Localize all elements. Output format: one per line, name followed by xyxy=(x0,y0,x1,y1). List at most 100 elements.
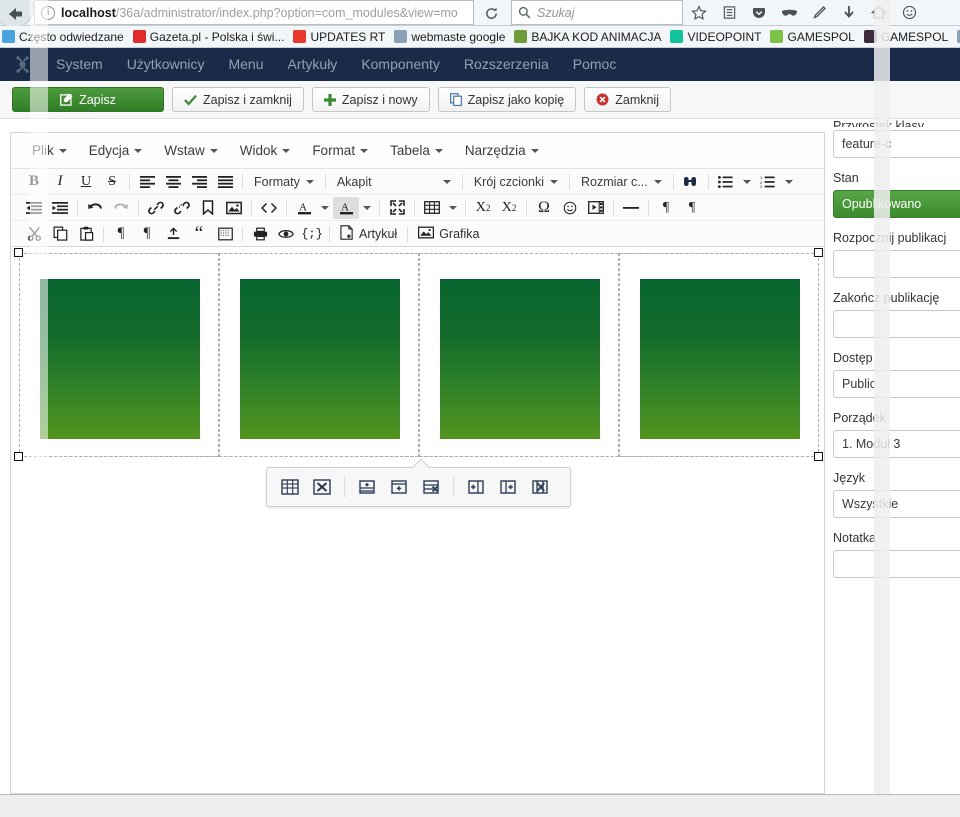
browser-search-bar[interactable]: Szukaj xyxy=(511,0,683,25)
special-character-icon[interactable]: Ω xyxy=(531,197,557,219)
smiley-icon[interactable] xyxy=(900,4,918,22)
mask-private-icon[interactable] xyxy=(780,4,798,22)
paste-as-text-icon[interactable]: ¶ xyxy=(108,223,134,245)
text-color-caret-icon[interactable] xyxy=(317,197,333,219)
downloads-arrow-icon[interactable] xyxy=(840,4,858,22)
joomla-menu-użytkownicy[interactable]: Użytkownicy xyxy=(115,48,217,81)
delete-column-icon[interactable] xyxy=(525,474,555,500)
table-cell[interactable] xyxy=(419,253,619,457)
green-gradient-block[interactable] xyxy=(640,279,800,439)
bold-icon[interactable]: B xyxy=(21,171,47,193)
joomla-menu-artykuły[interactable]: Artykuły xyxy=(276,48,350,81)
table-cell[interactable] xyxy=(619,253,819,457)
insert-column-after-icon[interactable] xyxy=(493,474,523,500)
fontsize-dropdown[interactable]: Rozmiar c... xyxy=(574,171,669,193)
resize-handle-bottom-right[interactable] xyxy=(814,452,823,461)
copy-icon[interactable] xyxy=(47,223,73,245)
joomla-menu-system[interactable]: System xyxy=(44,48,115,81)
insert-table-icon[interactable] xyxy=(419,197,445,219)
numbered-list-icon[interactable]: 123 xyxy=(755,171,781,193)
table-cell[interactable] xyxy=(19,253,219,457)
superscript-icon[interactable]: X2 xyxy=(496,197,522,219)
source-code-icon[interactable] xyxy=(256,197,282,219)
zapisz-i-zamknij-button[interactable]: Zapisz i zamknij xyxy=(172,87,304,112)
formats-dropdown[interactable]: Formaty xyxy=(247,171,321,193)
print-icon[interactable] xyxy=(247,223,273,245)
bullet-list-caret-icon[interactable] xyxy=(739,171,755,193)
editor-menu-plik[interactable]: Plik xyxy=(21,143,78,158)
zapisz-jako-kopi--button[interactable]: Zapisz jako kopię xyxy=(437,87,577,112)
text-color-icon[interactable]: A xyxy=(291,197,317,219)
url-bar[interactable]: i localhost/36a/administrator/index.php?… xyxy=(34,0,474,25)
insert-column-before-icon[interactable] xyxy=(461,474,491,500)
unlink-icon[interactable] xyxy=(169,197,195,219)
redo-icon[interactable] xyxy=(108,197,134,219)
joomla-menu-menu[interactable]: Menu xyxy=(216,48,275,81)
bookmark-item[interactable]: Często odwiedzane xyxy=(2,30,124,44)
editor-menu-wstaw[interactable]: Wstaw xyxy=(153,143,229,158)
background-color-icon[interactable]: A xyxy=(333,196,359,219)
indent-icon[interactable] xyxy=(47,197,73,219)
zamknij-button[interactable]: Zamknij xyxy=(584,87,671,112)
bookmark-item[interactable]: VIDEOPOINT xyxy=(670,30,761,44)
resize-handle-top-left[interactable] xyxy=(14,248,23,257)
bookmark-item[interactable]: GAMESPOL xyxy=(863,30,948,44)
pocket-icon[interactable] xyxy=(750,4,768,22)
bookmark-star-icon[interactable] xyxy=(690,4,708,22)
background-color-caret-icon[interactable] xyxy=(359,197,375,219)
align-justify-icon[interactable] xyxy=(212,171,238,193)
insert-table-caret-icon[interactable] xyxy=(445,197,461,219)
back-arrow-icon[interactable] xyxy=(0,0,34,28)
joomla-logo-icon[interactable] xyxy=(0,55,44,74)
emoticon-icon[interactable] xyxy=(557,197,583,219)
blockquote-icon[interactable]: “ xyxy=(186,223,212,245)
joomla-menu-pomoc[interactable]: Pomoc xyxy=(561,48,629,81)
insert-template-icon[interactable] xyxy=(160,223,186,245)
editor-content-area[interactable] xyxy=(11,247,824,817)
search-input[interactable]: Szukaj xyxy=(537,6,575,20)
field-value[interactable] xyxy=(833,310,960,338)
home-icon[interactable] xyxy=(870,4,888,22)
bookmark-item[interactable]: UPDATES RT xyxy=(293,30,385,44)
editor-menu-edycja[interactable]: Edycja xyxy=(78,143,154,158)
align-right-icon[interactable] xyxy=(186,171,212,193)
strikethrough-icon[interactable]: S xyxy=(99,171,125,193)
insert-row-before-icon[interactable] xyxy=(352,474,382,500)
green-gradient-block[interactable] xyxy=(40,279,200,439)
italic-icon[interactable]: I xyxy=(47,171,73,193)
horizontal-rule-icon[interactable] xyxy=(618,197,644,219)
paste-icon[interactable] xyxy=(73,223,99,245)
undo-icon[interactable] xyxy=(82,197,108,219)
bullet-list-icon[interactable] xyxy=(713,171,739,193)
insert-graphic-button[interactable]: Grafika xyxy=(412,226,485,242)
field-value[interactable]: 1. Moduł 3 xyxy=(833,430,960,458)
joomla-menu-komponenty[interactable]: Komponenty xyxy=(349,48,452,81)
green-gradient-block[interactable] xyxy=(440,279,600,439)
align-center-icon[interactable] xyxy=(160,171,186,193)
table-properties-icon[interactable] xyxy=(275,474,305,500)
page-info-icon[interactable]: i xyxy=(41,5,55,20)
search-replace-icon[interactable] xyxy=(678,171,704,193)
page-break-icon[interactable] xyxy=(212,223,238,245)
field-value[interactable] xyxy=(833,250,960,278)
bookmark-item[interactable]: GAMESPOL xyxy=(770,30,855,44)
bookmark-item[interactable]: Gazeta.pl - Polska i świ... xyxy=(132,30,284,44)
bookmark-item[interactable]: webmaste google xyxy=(394,30,505,44)
insert-article-button[interactable]: Artykuł xyxy=(334,224,403,243)
show-blocks-icon[interactable]: ¶ xyxy=(134,223,160,245)
delete-table-icon[interactable] xyxy=(307,474,337,500)
field-value[interactable]: Public xyxy=(833,370,960,398)
ltr-direction-icon[interactable]: ¶ xyxy=(653,197,679,219)
editor-menu-widok[interactable]: Widok xyxy=(229,143,302,158)
table-cell[interactable] xyxy=(219,253,419,457)
insert-image-icon[interactable] xyxy=(221,197,247,219)
field-value[interactable]: Opublikowano xyxy=(833,190,960,218)
reader-list-icon[interactable] xyxy=(720,4,738,22)
bookmark-item[interactable]: BAJKA KOD ANIMACJA xyxy=(514,30,661,44)
fullscreen-icon[interactable] xyxy=(384,197,410,219)
insert-row-after-icon[interactable] xyxy=(384,474,414,500)
resize-handle-bottom-left[interactable] xyxy=(14,452,23,461)
zapisz-button[interactable]: Zapisz xyxy=(12,87,164,112)
green-gradient-block[interactable] xyxy=(240,279,400,439)
resize-handle-top-right[interactable] xyxy=(814,248,823,257)
